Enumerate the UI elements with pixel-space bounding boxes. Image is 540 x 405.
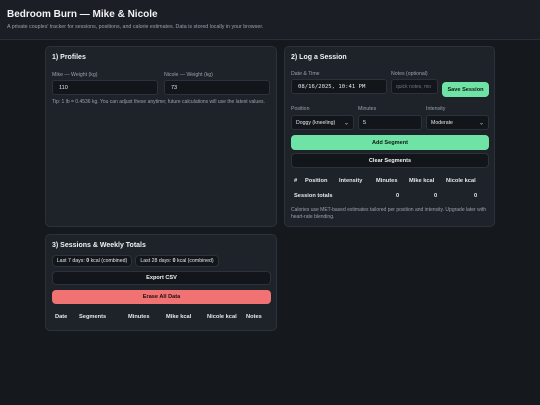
session-totals-nicole-kcal: 0 [474,193,478,199]
last-7-days-suffix: kcal (combined) [90,258,128,264]
chevron-down-icon: ⌄ [343,120,349,126]
sessions-title: 3) Sessions & Weekly Totals [52,242,146,249]
clear-segments-button[interactable]: Clear Segments [291,153,489,168]
session-totals-mike-kcal: 0 [434,193,438,199]
sessions-col-mike-kcal: Mike kcal [166,314,192,320]
datetime-value: 08/16/2025, 10:41 PM [298,83,366,90]
last-7-days-prefix: Last 7 days: [56,258,85,264]
app-subtitle: A private couples' tracker for sessions,… [7,24,264,30]
sessions-col-minutes: Minutes [128,314,150,320]
position-select-value: Doggy (kneeling) [296,119,336,126]
seg-col-mike-kcal: Mike kcal [409,178,435,184]
datetime-label: Date & Time [291,71,320,77]
mike-weight-label: Mike — Weight (kg) [52,72,98,78]
seg-col-index: # [294,178,298,184]
intensity-select[interactable]: Moderate ⌄ [426,115,489,130]
notes-label: Notes (optional) [391,71,428,77]
last-28-days-value: 0 [172,258,176,264]
nicole-weight-input[interactable]: 73 [164,80,270,95]
erase-all-data-button[interactable]: Erase All Data [52,290,271,304]
add-segment-button[interactable]: Add Segment [291,135,489,150]
save-session-button[interactable]: Save Session [442,82,489,97]
seg-col-minutes: Minutes [376,178,398,184]
profiles-card: 1) Profiles Mike — Weight (kg) 110 Nicol… [45,46,277,227]
datetime-input[interactable]: 08/16/2025, 10:41 PM [291,79,387,94]
app-header: Bedroom Burn — Mike & Nicole A private c… [0,0,540,40]
app-title: Bedroom Burn — Mike & Nicole [7,9,158,20]
profiles-title: 1) Profiles [52,54,86,61]
seg-col-position: Position [305,178,328,184]
last-7-days-badge: Last 7 days: 0 kcal (combined) [52,255,132,267]
sessions-col-segments: Segments [79,314,107,320]
export-csv-button[interactable]: Export CSV [52,271,271,285]
minutes-input[interactable]: 5 [358,115,422,130]
weight-tip: Tip: 1 lb = 0.4536 kg. You can adjust th… [52,99,265,105]
last-28-days-suffix: kcal (combined) [177,258,214,264]
sessions-col-date: Date [55,314,68,320]
nicole-weight-label: Nicole — Weight (kg) [164,72,213,78]
notes-input[interactable]: quick notes, mo [391,79,438,94]
sessions-card: 3) Sessions & Weekly Totals Last 7 days:… [45,234,277,331]
seg-col-nicole-kcal: Nicole kcal [446,178,476,184]
calorie-method-note: Calories use MET-based estimates tailore… [291,207,487,220]
last-28-days-badge: Last 28 days: 0 kcal (combined) [135,255,219,267]
log-session-card: 2) Log a Session Date & Time 08/16/2025,… [284,46,495,227]
position-select[interactable]: Doggy (kneeling) ⌄ [291,115,354,130]
sessions-col-notes: Notes [246,314,262,320]
intensity-select-value: Moderate [431,119,453,126]
chevron-down-icon: ⌄ [478,120,484,126]
seg-col-intensity: Intensity [339,178,363,184]
minutes-label: Minutes [358,106,377,112]
intensity-label: Intensity [426,106,446,112]
last-28-days-prefix: Last 28 days: [140,258,172,264]
log-session-title: 2) Log a Session [291,54,347,61]
position-label: Position [291,106,310,112]
session-totals-label: Session totals [294,193,333,199]
mike-weight-input[interactable]: 110 [52,80,158,95]
last-7-days-value: 0 [86,258,90,264]
session-totals-minutes: 0 [396,193,400,199]
sessions-col-nicole-kcal: Nicole kcal [207,314,237,320]
